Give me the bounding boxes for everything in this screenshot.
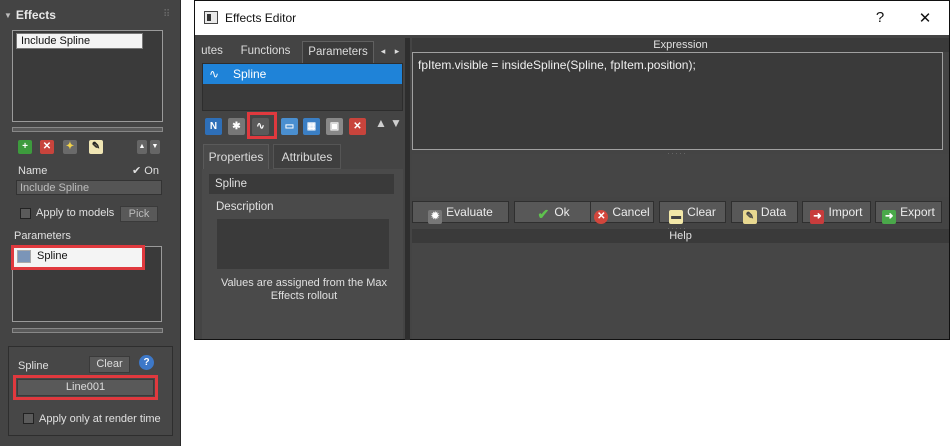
- add-value-parameter-icon[interactable]: ▭: [281, 118, 298, 135]
- on-label: On: [144, 165, 159, 177]
- property-name-field[interactable]: Spline: [209, 174, 394, 194]
- evaluate-label: Evaluate: [446, 205, 493, 219]
- add-spline-highlight: [247, 112, 277, 139]
- delete-parameter-icon[interactable]: ✕: [349, 118, 366, 135]
- tab-functions[interactable]: Functions: [233, 41, 298, 63]
- vertical-splitter[interactable]: [405, 38, 410, 340]
- help-area: [412, 243, 949, 339]
- help-header: Help: [412, 229, 949, 243]
- splitter[interactable]: [12, 127, 163, 132]
- render-time-checkbox[interactable]: [23, 413, 34, 424]
- effects-list-item[interactable]: Include Spline: [16, 33, 143, 49]
- tab-attributes-sub[interactable]: Attributes: [273, 144, 341, 169]
- gear-icon: ✹: [428, 210, 443, 224]
- effects-rollout-panel: ▼ Effects ⠿ Include Spline + ✕ ✦ ✎ ▲ ▼ Na…: [0, 0, 181, 446]
- tab-attributes[interactable]: utes: [199, 41, 225, 63]
- add-effect-icon[interactable]: +: [18, 140, 32, 154]
- help-icon[interactable]: ?: [139, 355, 154, 370]
- import-icon: ➜: [810, 210, 825, 224]
- rollout-header[interactable]: ▼ Effects: [4, 8, 56, 22]
- window-icon: [204, 11, 218, 24]
- add-image-parameter-icon[interactable]: ▣: [326, 118, 343, 135]
- data-icon: ✎: [742, 210, 757, 224]
- edit-icon[interactable]: ✎: [89, 140, 103, 154]
- name-label: Name: [18, 165, 48, 177]
- parameters-item-highlight: [11, 245, 145, 270]
- effects-list[interactable]: Include Spline: [12, 30, 163, 122]
- cancel-icon: ✕: [594, 210, 609, 224]
- import-label: Import: [828, 205, 863, 219]
- pick-button[interactable]: Pick: [120, 206, 158, 222]
- spline-param-icon: [17, 250, 31, 263]
- add-node-parameter-icon[interactable]: ✱: [228, 118, 245, 135]
- export-button[interactable]: ➜ Export: [875, 201, 942, 224]
- spline-curve-icon: ∿: [209, 67, 220, 81]
- help-button[interactable]: ?: [870, 9, 890, 26]
- ok-button[interactable]: ✔ Ok: [514, 201, 592, 223]
- move-up-icon[interactable]: ▲: [137, 140, 147, 154]
- parameter-list[interactable]: ∿ Spline: [202, 63, 403, 111]
- new-parameter-icon[interactable]: N: [205, 118, 222, 135]
- add-texture-parameter-icon[interactable]: ▦: [303, 118, 320, 135]
- checkmark-icon[interactable]: ✔: [132, 165, 141, 177]
- evaluate-button[interactable]: ✹ Evaluate: [412, 201, 509, 224]
- output-area: [412, 154, 949, 197]
- clear-label: Clear: [687, 205, 716, 219]
- expression-editor[interactable]: fpItem.visible = insideSpline(Spline, fp…: [412, 52, 943, 150]
- collapse-triangle-icon[interactable]: ▼: [4, 11, 12, 20]
- clear-spline-button[interactable]: Clear: [89, 356, 130, 373]
- cancel-label: Cancel: [612, 205, 650, 219]
- close-button[interactable]: ✕: [915, 9, 935, 27]
- apply-to-models-label: Apply to models: [36, 207, 115, 219]
- tab-properties[interactable]: Properties: [203, 144, 269, 169]
- move-up-icon[interactable]: ▲: [375, 116, 387, 130]
- drag-grip-icon[interactable]: ⠿: [163, 9, 170, 20]
- cancel-button[interactable]: ✕ Cancel: [590, 201, 654, 224]
- wand-icon[interactable]: ✦: [63, 140, 77, 154]
- info-text: Values are assigned from the Max Effects…: [220, 277, 388, 302]
- spline-pick-highlight: [13, 375, 158, 400]
- parameters-label: Parameters: [14, 230, 71, 242]
- move-down-icon[interactable]: ▼: [390, 116, 402, 130]
- clear-icon: ▬: [669, 210, 684, 224]
- description-label: Description: [216, 201, 274, 213]
- parameter-list-item-selected[interactable]: ∿ Spline: [203, 64, 402, 84]
- title-bar[interactable]: Effects Editor ? ✕: [195, 1, 949, 35]
- export-label: Export: [900, 205, 935, 219]
- window-title: Effects Editor: [225, 11, 297, 25]
- move-down-icon[interactable]: ▼: [150, 140, 160, 154]
- data-button[interactable]: ✎ Data: [731, 201, 798, 224]
- clear-button[interactable]: ▬ Clear: [659, 201, 726, 224]
- tab-parameters[interactable]: Parameters: [302, 41, 374, 63]
- delete-effect-icon[interactable]: ✕: [40, 140, 54, 154]
- export-icon: ➜: [882, 210, 897, 224]
- rollout-title: Effects: [15, 8, 56, 22]
- on-toggle[interactable]: ✔ On: [132, 164, 159, 177]
- data-label: Data: [760, 205, 787, 219]
- checkmark-icon: ✔: [537, 206, 550, 222]
- tab-scroll-right-icon[interactable]: ▸: [392, 41, 402, 63]
- ok-label: Ok: [554, 205, 570, 219]
- render-time-label: Apply only at render time: [39, 413, 161, 425]
- import-button[interactable]: ➜ Import: [802, 201, 871, 224]
- parameter-item-label: Spline: [233, 67, 267, 81]
- effects-editor-window: Effects Editor ? ✕ utes Functions Parame…: [194, 0, 950, 340]
- name-field[interactable]: Include Spline: [16, 180, 162, 195]
- parameters-item-label: Spline: [37, 250, 68, 262]
- description-field[interactable]: [217, 219, 389, 269]
- splitter[interactable]: [12, 328, 163, 333]
- expression-header: Expression: [412, 38, 949, 52]
- tab-scroll-left-icon[interactable]: ◂: [378, 41, 388, 63]
- apply-to-models-checkbox[interactable]: [20, 208, 31, 219]
- spline-label: Spline: [18, 360, 49, 372]
